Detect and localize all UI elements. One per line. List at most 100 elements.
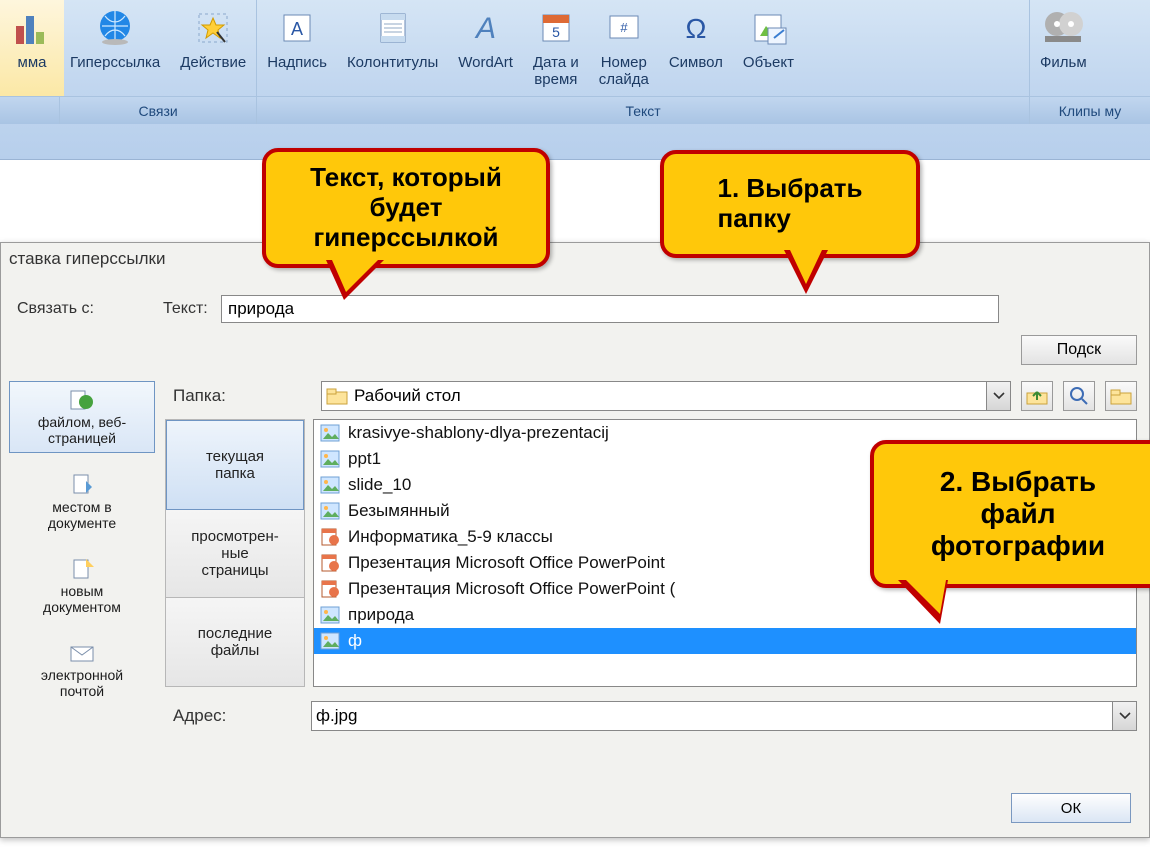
view-tab-current[interactable]: текущая папка	[166, 420, 304, 510]
ribbon-hyperlink[interactable]: Гиперссылка	[60, 0, 170, 96]
search-web-button[interactable]	[1063, 381, 1095, 411]
tooltip-button[interactable]: Подск	[1021, 335, 1137, 365]
image-icon	[320, 632, 340, 650]
callout-choose-folder: 1. Выбрать папку	[660, 150, 920, 258]
ribbon-movie-label: Фильм	[1040, 54, 1087, 71]
linkto-column: файлом, веб- страницей местом в документ…	[9, 381, 155, 719]
file-name: Презентация Microsoft Office PowerPoint	[348, 553, 665, 573]
movie-icon	[1041, 6, 1085, 50]
folder-combo[interactable]: Рабочий стол	[321, 381, 1011, 411]
ribbon-group-text: A Надпись Колонтитулы A WordArt 5	[257, 0, 1030, 124]
ribbon-hyperlink-label: Гиперссылка	[70, 54, 160, 71]
ribbon-textbox[interactable]: A Надпись	[257, 0, 337, 96]
file-name: природа	[348, 605, 414, 625]
ribbon-group-text-caption: Текст	[257, 96, 1029, 124]
file-name: ppt1	[348, 449, 381, 469]
ribbon-datetime-label: Дата и время	[533, 54, 579, 89]
up-folder-button[interactable]	[1021, 381, 1053, 411]
chevron-down-icon	[1112, 702, 1136, 730]
ribbon-chart[interactable]: мма	[0, 0, 64, 96]
linkto-newdoc-label: новым документом	[43, 583, 121, 615]
file-item[interactable]: ф	[314, 628, 1136, 654]
file-item[interactable]: природа	[314, 602, 1136, 628]
ribbon-symbol-label: Символ	[669, 54, 723, 71]
object-icon	[746, 6, 790, 50]
ribbon-slidenumber[interactable]: # Номер слайда	[589, 0, 659, 96]
chart-icon	[10, 6, 54, 50]
ribbon-group-0: мма	[0, 0, 60, 124]
ribbon-action-label: Действие	[180, 54, 246, 71]
svg-text:5: 5	[552, 24, 560, 40]
image-icon	[320, 502, 340, 520]
ribbon-headerfooter[interactable]: Колонтитулы	[337, 0, 448, 96]
star-click-icon	[191, 6, 235, 50]
ribbon-group-0-caption	[0, 96, 59, 124]
folder-icon	[326, 386, 348, 406]
ribbon-object[interactable]: Объект	[733, 0, 804, 96]
svg-text:Ω: Ω	[685, 13, 706, 44]
file-name: Презентация Microsoft Office PowerPoint …	[348, 579, 675, 599]
linkto-file-web[interactable]: файлом, веб- страницей	[9, 381, 155, 453]
address-combo[interactable]: ф.jpg	[311, 701, 1137, 731]
image-icon	[320, 606, 340, 624]
linkto-file-web-label: файлом, веб- страницей	[38, 414, 126, 446]
file-name: krasivye-shablony-dlya-prezentacij	[348, 423, 609, 443]
symbol-icon: Ω	[674, 6, 718, 50]
ribbon-movie[interactable]: Фильм	[1030, 0, 1097, 96]
callout-choose-file: 2. Выбрать файл фотографии	[870, 440, 1150, 588]
linkto-label: Связать с:	[11, 300, 157, 318]
view-tabs: текущая папка просмотрен- ные страницы п…	[165, 419, 305, 687]
file-name: Информатика_5-9 классы	[348, 527, 553, 547]
svg-text:A: A	[291, 19, 303, 39]
linkto-place[interactable]: местом в документе	[9, 467, 155, 537]
ppt-icon	[320, 554, 340, 572]
view-tab-recent[interactable]: последние файлы	[166, 598, 304, 686]
ribbon-symbol[interactable]: Ω Символ	[659, 0, 733, 96]
image-icon	[320, 476, 340, 494]
header-footer-icon	[371, 6, 415, 50]
ribbon: мма Гиперссылка Действие Связи	[0, 0, 1150, 160]
ribbon-object-label: Объект	[743, 54, 794, 71]
view-tab-browsed[interactable]: просмотрен- ные страницы	[166, 510, 304, 599]
ribbon-group-links: Гиперссылка Действие Связи	[60, 0, 257, 124]
ribbon-chart-label: мма	[18, 54, 47, 71]
text-label: Текст:	[157, 300, 221, 318]
new-doc-icon	[68, 557, 96, 581]
slide-number-icon: #	[602, 6, 646, 50]
dialog-title: ставка гиперссылки	[1, 243, 1149, 275]
ribbon-wordart[interactable]: A WordArt	[448, 0, 523, 96]
file-name: Безымянный	[348, 501, 450, 521]
date-icon: 5	[534, 6, 578, 50]
image-icon	[320, 450, 340, 468]
file-web-icon	[68, 388, 96, 412]
ribbon-group-links-caption: Связи	[60, 96, 256, 124]
globe-icon	[93, 6, 137, 50]
image-icon	[320, 424, 340, 442]
ribbon-action[interactable]: Действие	[170, 0, 256, 96]
ribbon-slidenumber-label: Номер слайда	[599, 54, 649, 89]
browse-button[interactable]	[1105, 381, 1137, 411]
ribbon-headerfooter-label: Колонтитулы	[347, 54, 438, 71]
address-value: ф.jpg	[316, 706, 357, 726]
ribbon-group-media-caption: Клипы му	[1030, 96, 1150, 124]
ribbon-group-media: Фильм Клипы му	[1030, 0, 1150, 124]
file-name: ф	[348, 631, 362, 651]
ribbon-textbox-label: Надпись	[267, 54, 327, 71]
callout-text-hyperlink: Текст, который будет гиперссылкой	[262, 148, 550, 268]
email-icon	[68, 641, 96, 665]
linkto-email[interactable]: электронной почтой	[9, 635, 155, 705]
up-folder-icon	[1026, 386, 1048, 406]
ppt-icon	[320, 580, 340, 598]
chevron-down-icon	[986, 382, 1010, 410]
linkto-newdoc[interactable]: новым документом	[9, 551, 155, 621]
file-name: slide_10	[348, 475, 411, 495]
ok-button[interactable]: ОК	[1011, 793, 1131, 823]
browse-icon	[1110, 386, 1132, 406]
ribbon-datetime[interactable]: 5 Дата и время	[523, 0, 589, 96]
linkto-email-label: электронной почтой	[41, 667, 123, 699]
svg-text:#: #	[620, 20, 628, 35]
wordart-icon: A	[464, 6, 508, 50]
address-label: Адрес:	[165, 706, 311, 726]
svg-text:A: A	[474, 12, 496, 45]
search-icon	[1069, 386, 1089, 406]
